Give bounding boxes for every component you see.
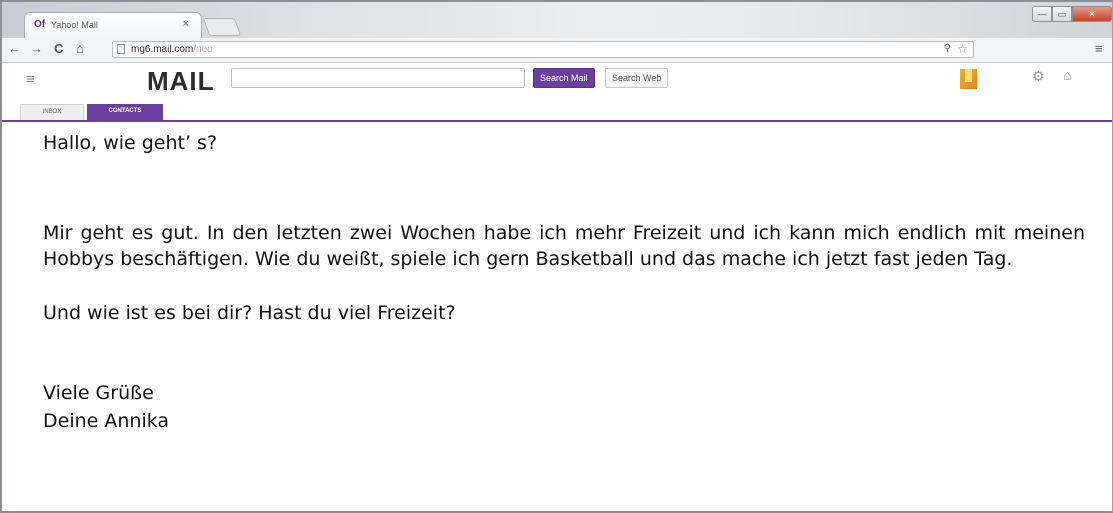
search-mail-button[interactable]: Search Mail [533,68,595,88]
url-host: mg6.mail.com [131,44,194,55]
mail-logo[interactable]: MAIL [147,66,215,97]
forward-icon[interactable]: → [30,41,43,56]
back-icon[interactable]: ← [8,41,21,56]
gear-icon[interactable]: ⚙ [1032,68,1045,85]
browser-tab[interactable]: Of Yahoo! Mail × [24,12,202,38]
mail-tabs: INBOX CONTACTS [2,101,1112,122]
tab-close-icon[interactable]: × [183,18,189,30]
message-closing: Viele Grüße [43,382,154,404]
home-icon[interactable]: ⌂ [1063,67,1071,83]
avatar[interactable] [960,69,977,89]
tab-title: Yahoo! Mail [51,20,98,30]
message-paragraph: Mir geht es gut. In den letzten zwei Woc… [43,222,1085,270]
hamburger-menu-icon[interactable]: ≡ [26,71,35,88]
page-icon [117,44,125,54]
bookmark-star-icon[interactable]: ☆ [957,42,968,56]
mail-header: ≡ MAIL Search Mail Search Web ⚙ ⌂ [2,63,1112,101]
message-greeting: Hallo, wie geht’ s? [43,132,218,154]
new-tab-button[interactable] [202,18,242,36]
address-bar[interactable]: mg6.mail.com/neo ⚲ ☆ [112,41,974,58]
maximize-button[interactable]: ▭ [1052,6,1072,22]
url-text: mg6.mail.com/neo [131,44,213,55]
title-bar: Of Yahoo! Mail × — ▭ ✕ [2,2,1112,38]
url-path: /neo [193,44,213,55]
minimize-button[interactable]: — [1032,6,1052,22]
tab-contacts[interactable]: CONTACTS [87,104,163,120]
yahoo-favicon-icon: Of [34,19,46,30]
tab-inbox[interactable]: INBOX [20,104,84,120]
search-input[interactable] [231,68,525,88]
browser-toolbar: ← → C ⌂ mg6.mail.com/neo ⚲ ☆ ≡ [2,38,1112,63]
reload-icon[interactable]: C [54,41,63,56]
browser-menu-icon[interactable]: ≡ [1095,41,1103,56]
home-icon[interactable]: ⌂ [76,41,84,56]
message-question: Und wie ist es bei dir? Hast du viel Fre… [43,302,456,324]
message-signature: Deine Annika [43,410,170,432]
close-window-button[interactable]: ✕ [1072,6,1112,22]
search-web-button[interactable]: Search Web [605,68,669,88]
zoom-icon[interactable]: ⚲ [944,43,951,54]
browser-window: Of Yahoo! Mail × — ▭ ✕ ← → C ⌂ mg6.mail.… [0,0,1113,513]
